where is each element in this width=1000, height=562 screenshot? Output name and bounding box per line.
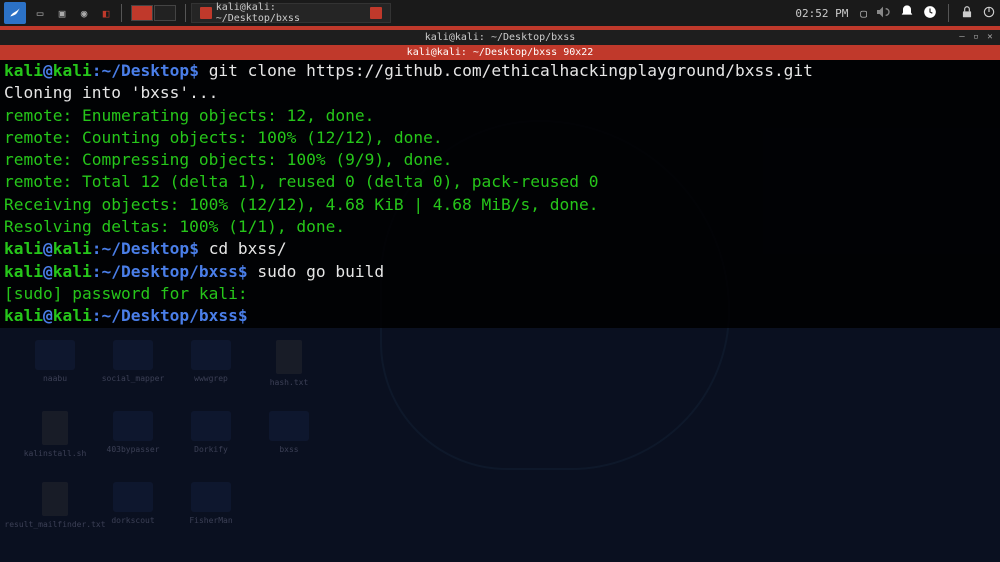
desktop-icon[interactable]: kalinstall.sh — [20, 411, 90, 458]
desktop-icon[interactable]: wwwgrep — [176, 340, 246, 387]
separator — [121, 4, 122, 22]
desktop-icon-label: bxss — [279, 445, 298, 454]
terminal-line: kali@kali:~/Desktop/bxss$ — [4, 305, 996, 327]
workspace-1[interactable] — [131, 5, 153, 21]
taskbar-terminal[interactable]: kali@kali: ~/Desktop/bxss — [191, 3, 391, 23]
terminal-launcher-icon[interactable]: ▣ — [52, 3, 72, 23]
taskbar-label: kali@kali: ~/Desktop/bxss — [216, 2, 363, 24]
folder-icon — [113, 482, 153, 512]
display-icon[interactable]: ▢ — [860, 7, 867, 20]
window-titlebar[interactable]: kali@kali: ~/Desktop/bxss — ▫ ✕ — [0, 30, 1000, 45]
maximize-button[interactable]: ▫ — [970, 31, 982, 43]
close-button[interactable]: ✕ — [984, 31, 996, 43]
folder-icon — [113, 340, 153, 370]
minimize-button[interactable]: — — [956, 31, 968, 43]
terminal-line: remote: Total 12 (delta 1), reused 0 (de… — [4, 171, 996, 193]
desktop-icon[interactable]: 403bypasser — [98, 411, 168, 458]
tab-bar[interactable]: kali@kali: ~/Desktop/bxss 90x22 — [0, 45, 1000, 60]
desktop-icon[interactable]: dorkscout — [98, 482, 168, 529]
power-icon[interactable] — [982, 5, 996, 22]
desktop-icon-label: naabu — [43, 374, 67, 383]
desktop-icon-label: dorkscout — [111, 516, 154, 525]
desktop-icon-label: 403bypasser — [107, 445, 160, 454]
folder-icon — [35, 340, 75, 370]
folder-icon — [191, 482, 231, 512]
desktop-icon-label: social_mapper — [102, 374, 165, 383]
notification-icon[interactable] — [899, 4, 915, 23]
volume-icon[interactable] — [875, 4, 891, 23]
clock[interactable]: 02:52 PM — [791, 7, 852, 20]
terminal-line: Cloning into 'bxss'... — [4, 82, 996, 104]
separator — [185, 4, 186, 22]
desktop-icon-label: FisherMan — [189, 516, 232, 525]
desktop-icon[interactable]: Dorkify — [176, 411, 246, 458]
workspace-switcher[interactable] — [131, 5, 176, 21]
terminal-line: kali@kali:~/Desktop$ cd bxss/ — [4, 238, 996, 260]
file-icon — [276, 340, 302, 374]
desktop-icon[interactable]: naabu — [20, 340, 90, 387]
separator — [948, 4, 949, 22]
desktop-icon-label: Dorkify — [194, 445, 228, 454]
terminal-line: remote: Counting objects: 100% (12/12), … — [4, 127, 996, 149]
workspace-2[interactable] — [154, 5, 176, 21]
terminal-line: kali@kali:~/Desktop/bxss$ sudo go build — [4, 261, 996, 283]
tab-title: kali@kali: ~/Desktop/bxss 90x22 — [407, 47, 594, 58]
desktop-icon-label: result_mailfinder.txt — [4, 520, 105, 529]
file-icon — [42, 411, 68, 445]
folder-icon — [269, 411, 309, 441]
browser-icon[interactable]: ◉ — [74, 3, 94, 23]
terminal-line: kali@kali:~/Desktop$ git clone https://g… — [4, 60, 996, 82]
terminal-icon — [200, 7, 212, 19]
desktop-icon[interactable]: result_mailfinder.txt — [20, 482, 90, 529]
desktop-icon[interactable]: social_mapper — [98, 340, 168, 387]
top-panel: ▭ ▣ ◉ ◧ kali@kali: ~/Desktop/bxss 02:52 … — [0, 0, 1000, 26]
terminal-line: remote: Compressing objects: 100% (9/9),… — [4, 149, 996, 171]
updates-icon[interactable] — [923, 5, 937, 22]
folder-icon — [113, 411, 153, 441]
kali-menu-icon[interactable] — [4, 2, 26, 24]
window-title: kali@kali: ~/Desktop/bxss — [425, 32, 576, 43]
desktop-icons: naabu social_mapper wwwgrep hash.txt kalinst… — [20, 340, 324, 529]
desktop-icon[interactable]: hash.txt — [254, 340, 324, 387]
desktop-icon[interactable]: FisherMan — [176, 482, 246, 529]
terminal-line: remote: Enumerating objects: 12, done. — [4, 105, 996, 127]
desktop-icon-label: wwwgrep — [194, 374, 228, 383]
app-icon[interactable]: ◧ — [96, 3, 116, 23]
file-icon — [42, 482, 68, 516]
terminal-line: [sudo] password for kali: — [4, 283, 996, 305]
folder-icon — [191, 340, 231, 370]
terminal-window: kali@kali: ~/Desktop/bxss — ▫ ✕ kali@kal… — [0, 26, 1000, 328]
desktop-icon-label: kalinstall.sh — [24, 449, 87, 458]
desktop-icon-label: hash.txt — [270, 378, 309, 387]
terminal-line: Receiving objects: 100% (12/12), 4.68 Ki… — [4, 194, 996, 216]
file-manager-icon[interactable]: ▭ — [30, 3, 50, 23]
folder-icon — [191, 411, 231, 441]
lock-icon[interactable] — [960, 5, 974, 22]
desktop-icon[interactable]: bxss — [254, 411, 324, 458]
terminal-badge-icon — [370, 7, 382, 19]
terminal-body[interactable]: kali@kali:~/Desktop$ git clone https://g… — [0, 60, 1000, 328]
terminal-line: Resolving deltas: 100% (1/1), done. — [4, 216, 996, 238]
